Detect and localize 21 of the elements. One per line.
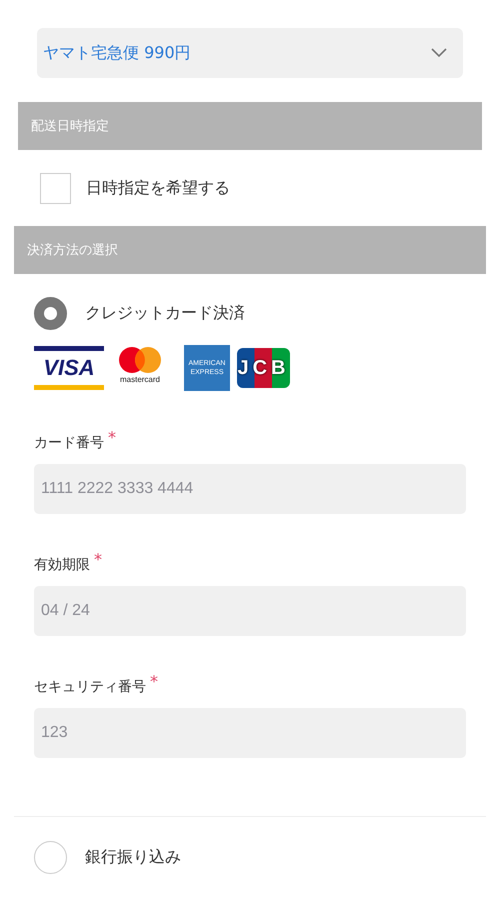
payment-method-label: クレジットカード決済: [85, 302, 245, 324]
section-header: 配送日時指定: [18, 102, 482, 150]
field-label: カード番号: [34, 434, 104, 452]
required-mark: *: [150, 672, 158, 691]
payment-method-label: 銀行振り込み: [85, 846, 181, 868]
card-logo: VISA: [34, 346, 104, 390]
radio-button[interactable]: [34, 296, 67, 330]
field-label: 有効期限: [34, 556, 90, 574]
chevron-down-icon: [431, 48, 447, 58]
input-field[interactable]: 04 / 24: [34, 586, 466, 636]
shipping-select[interactable]: ヤマト宅急便 990円: [37, 28, 463, 78]
field-label: セキュリティ番号: [34, 678, 146, 696]
radio-button[interactable]: [34, 840, 67, 874]
checkbox[interactable]: [40, 172, 71, 204]
input-field[interactable]: 123: [34, 708, 466, 758]
card-logo: mastercard: [111, 346, 169, 390]
section-header: 決済方法の選択: [14, 226, 486, 274]
required-mark: *: [108, 428, 116, 447]
checkbox-label: 日時指定を希望する: [86, 178, 230, 198]
input-field[interactable]: 1111 2222 3333 4444: [34, 464, 466, 514]
required-mark: *: [94, 550, 102, 569]
